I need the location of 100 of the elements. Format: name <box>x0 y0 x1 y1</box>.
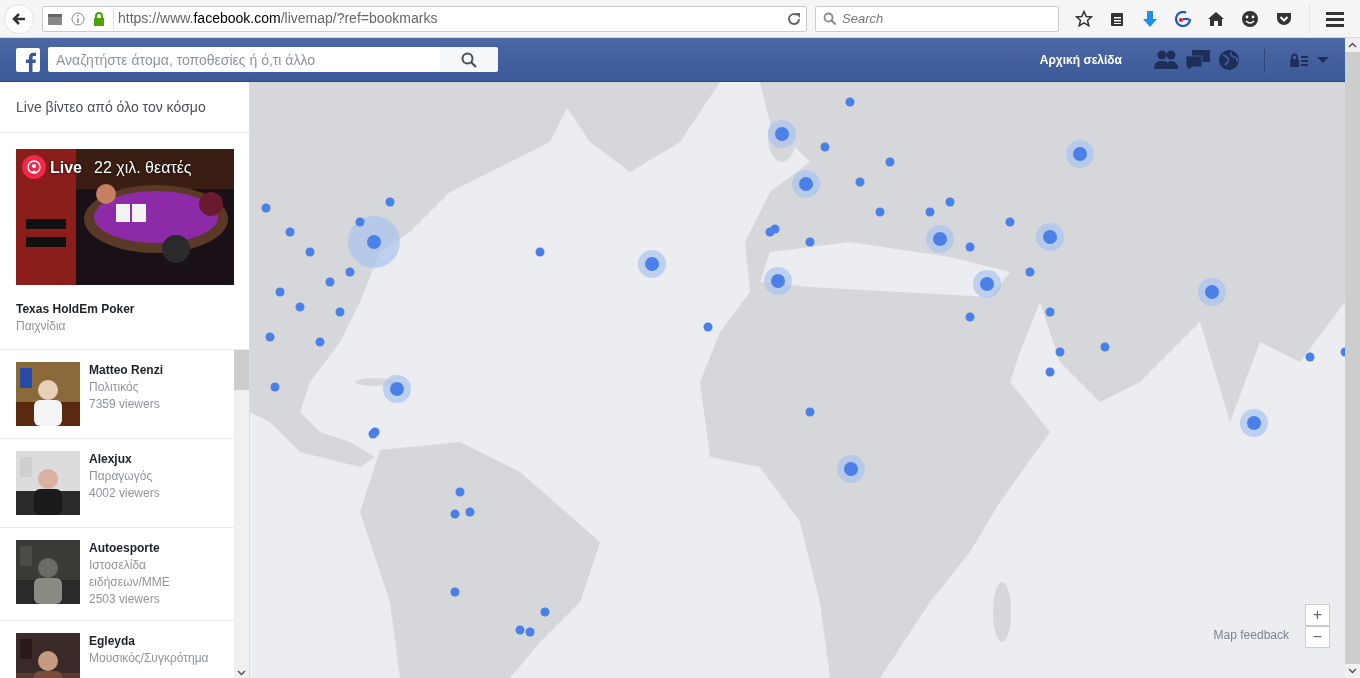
download-icon[interactable] <box>1141 9 1159 28</box>
map-marker[interactable] <box>275 287 285 297</box>
home-icon[interactable] <box>1207 9 1225 28</box>
map-marker[interactable] <box>383 375 411 403</box>
live-video[interactable]: Live 22 χιλ. θεατές <box>16 149 234 285</box>
map-marker[interactable] <box>965 242 975 252</box>
url-text: https://www.facebook.com/livemap/?ref=bookmarks <box>113 8 778 29</box>
messages-icon[interactable] <box>1186 48 1210 71</box>
map-marker[interactable] <box>1005 217 1015 227</box>
stream-item[interactable]: Matteo Renzi Πολιτικός 7359 viewers <box>0 350 234 439</box>
map-marker[interactable] <box>540 607 550 617</box>
menu-icon[interactable] <box>1326 10 1344 27</box>
zoom-in-button[interactable]: + <box>1305 604 1330 626</box>
map-marker[interactable] <box>450 509 460 519</box>
viewer-count: 4002 viewers <box>89 485 160 502</box>
stream-item[interactable]: Autoesporte Ιστοσελίδα ειδήσεων/MME 2503 viewers <box>0 528 234 621</box>
map-marker[interactable] <box>368 429 378 439</box>
map-marker[interactable] <box>315 337 325 347</box>
map-marker[interactable] <box>1036 223 1064 251</box>
map-marker[interactable] <box>925 207 935 217</box>
back-button[interactable] <box>4 3 34 34</box>
lock-icon <box>93 11 105 26</box>
map-marker[interactable] <box>770 224 780 234</box>
map-marker[interactable] <box>295 302 305 312</box>
caret-icon[interactable] <box>1317 55 1329 64</box>
map-marker[interactable] <box>348 216 400 268</box>
stream-title: Texas HoldEm Poker <box>16 301 136 318</box>
f-logo-icon[interactable] <box>16 47 40 72</box>
map-marker[interactable] <box>1045 367 1055 377</box>
zoom-out-button[interactable]: − <box>1305 626 1330 648</box>
map-marker[interactable] <box>465 507 475 517</box>
viewer-count: 22 χιλ. θεατές <box>94 158 192 176</box>
map-marker[interactable] <box>973 270 1001 298</box>
search-field[interactable]: Search <box>815 5 1059 32</box>
stream-name: Alexjux <box>89 451 133 468</box>
map-marker[interactable] <box>768 120 796 148</box>
map-marker[interactable] <box>638 250 666 278</box>
map-marker[interactable] <box>355 217 365 227</box>
map-marker[interactable] <box>845 97 855 107</box>
map-marker[interactable] <box>1198 278 1226 306</box>
map-marker[interactable] <box>965 312 975 322</box>
search-button[interactable] <box>440 47 498 72</box>
stream-category: Πολιτικός <box>89 379 140 396</box>
smiley-icon[interactable] <box>1241 9 1259 28</box>
map-marker[interactable] <box>325 277 335 287</box>
map-marker[interactable] <box>926 225 954 253</box>
map-marker[interactable] <box>945 197 955 207</box>
url-bar[interactable]: https://www.facebook.com/livemap/?ref=bookmarks <box>42 5 807 32</box>
map-marker[interactable] <box>1340 347 1345 357</box>
map-marker[interactable] <box>261 203 271 213</box>
scrollbar[interactable] <box>234 350 249 678</box>
search-field[interactable]: Αναζητήστε άτομα, τοποθεσίες ή ό,τι άλλο <box>48 47 440 72</box>
map-marker[interactable] <box>792 170 820 198</box>
map-marker[interactable] <box>875 207 885 217</box>
viewer-count: 2503 viewers <box>89 591 161 608</box>
scrollbar-thumb[interactable] <box>234 350 249 390</box>
stream-item[interactable]: Alexjux Παραγωγός 4002 viewers <box>0 439 234 528</box>
map-marker[interactable] <box>265 332 275 342</box>
map-marker[interactable] <box>1045 307 1055 317</box>
privacy-icon[interactable] <box>1289 52 1309 67</box>
map-marker[interactable] <box>525 627 535 637</box>
map-marker[interactable] <box>1066 140 1094 168</box>
stream-category: Ιστοσελίδα ειδήσεων/MME <box>89 557 171 591</box>
friends-icon[interactable] <box>1154 48 1178 71</box>
map-marker[interactable] <box>270 382 280 392</box>
clipboard-icon[interactable] <box>1109 10 1125 27</box>
scroll-down-icon <box>234 668 249 678</box>
map-marker[interactable] <box>820 142 830 152</box>
info-icon <box>71 11 85 26</box>
g-icon[interactable] <box>1175 10 1191 27</box>
stream-item[interactable]: Egleyda Μουσικός/Συγκρότημα <box>0 621 234 678</box>
map-marker[interactable] <box>305 247 315 257</box>
star-icon[interactable] <box>1075 9 1093 28</box>
globe-icon[interactable] <box>1218 48 1240 71</box>
stream-name: Egleyda <box>89 633 137 650</box>
map-marker[interactable] <box>1055 347 1065 357</box>
stream-name: Autoesporte <box>89 540 161 557</box>
map-marker[interactable] <box>805 237 815 247</box>
map-marker[interactable] <box>515 625 525 635</box>
reload-icon[interactable] <box>786 10 802 27</box>
map-marker[interactable] <box>855 177 865 187</box>
map-marker[interactable] <box>764 267 792 295</box>
map-marker[interactable] <box>285 227 295 237</box>
map-marker[interactable] <box>805 407 815 417</box>
back-arrow-icon <box>11 10 27 27</box>
map-marker[interactable] <box>837 455 865 483</box>
map-marker[interactable] <box>335 307 345 317</box>
map-marker[interactable] <box>450 587 460 597</box>
map-marker[interactable] <box>1305 352 1315 362</box>
map-marker[interactable] <box>535 247 545 257</box>
map-marker[interactable] <box>1025 267 1035 277</box>
home-link[interactable]: Αρχική σελίδα <box>1039 50 1122 69</box>
map-marker[interactable] <box>1100 342 1110 352</box>
map-marker[interactable] <box>1240 409 1268 437</box>
sidebar-title: Live βίντεο από όλο τον κόσμο <box>0 82 249 133</box>
map-marker[interactable] <box>703 322 713 332</box>
map-marker[interactable] <box>385 197 395 207</box>
map-marker[interactable] <box>345 267 355 277</box>
map-marker[interactable] <box>455 487 465 497</box>
map-marker[interactable] <box>885 157 895 167</box>
